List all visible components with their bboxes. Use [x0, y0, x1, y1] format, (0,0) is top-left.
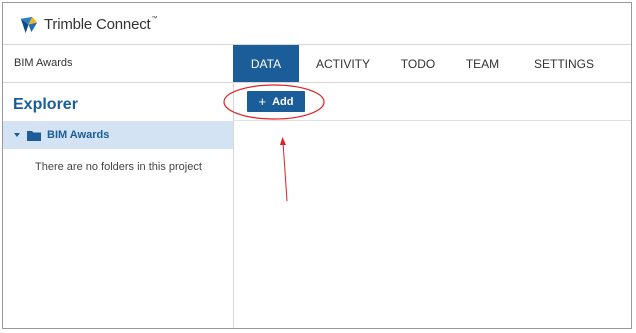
project-bar: BIM Awards	[3, 45, 233, 83]
trimble-logo-icon	[20, 16, 38, 34]
tab-team[interactable]: TEAM	[449, 45, 516, 82]
empty-folders-message: There are no folders in this project	[35, 161, 202, 173]
folder-icon	[27, 130, 41, 141]
explorer-sidebar: Explorer BIM Awards There are no folders…	[3, 83, 234, 328]
data-panel: + Add	[234, 83, 631, 328]
plus-icon: +	[258, 94, 267, 109]
tab-todo[interactable]: TODO	[387, 45, 449, 82]
brand-name: Trimble Connect™	[44, 16, 158, 33]
tree-item-project-root[interactable]: BIM Awards	[3, 121, 233, 149]
tab-activity[interactable]: ACTIVITY	[299, 45, 387, 82]
add-button-label: Add	[272, 95, 294, 108]
chevron-down-icon[interactable]	[14, 133, 20, 137]
project-name[interactable]: BIM Awards	[14, 57, 73, 69]
tab-data[interactable]: DATA	[233, 45, 299, 82]
app-window: Trimble Connect™ BIM Awards DATA ACTIVIT…	[2, 2, 632, 329]
tab-bar: DATA ACTIVITY TODO TEAM SETTINGS	[233, 45, 631, 83]
tab-settings[interactable]: SETTINGS	[516, 45, 612, 82]
toolbar-divider	[234, 120, 631, 121]
top-bar: Trimble Connect™	[3, 3, 631, 45]
explorer-title: Explorer	[13, 96, 78, 113]
tree-item-label: BIM Awards	[47, 129, 110, 141]
brand-logo[interactable]: Trimble Connect™	[18, 14, 157, 35]
add-button[interactable]: + Add	[247, 91, 305, 112]
